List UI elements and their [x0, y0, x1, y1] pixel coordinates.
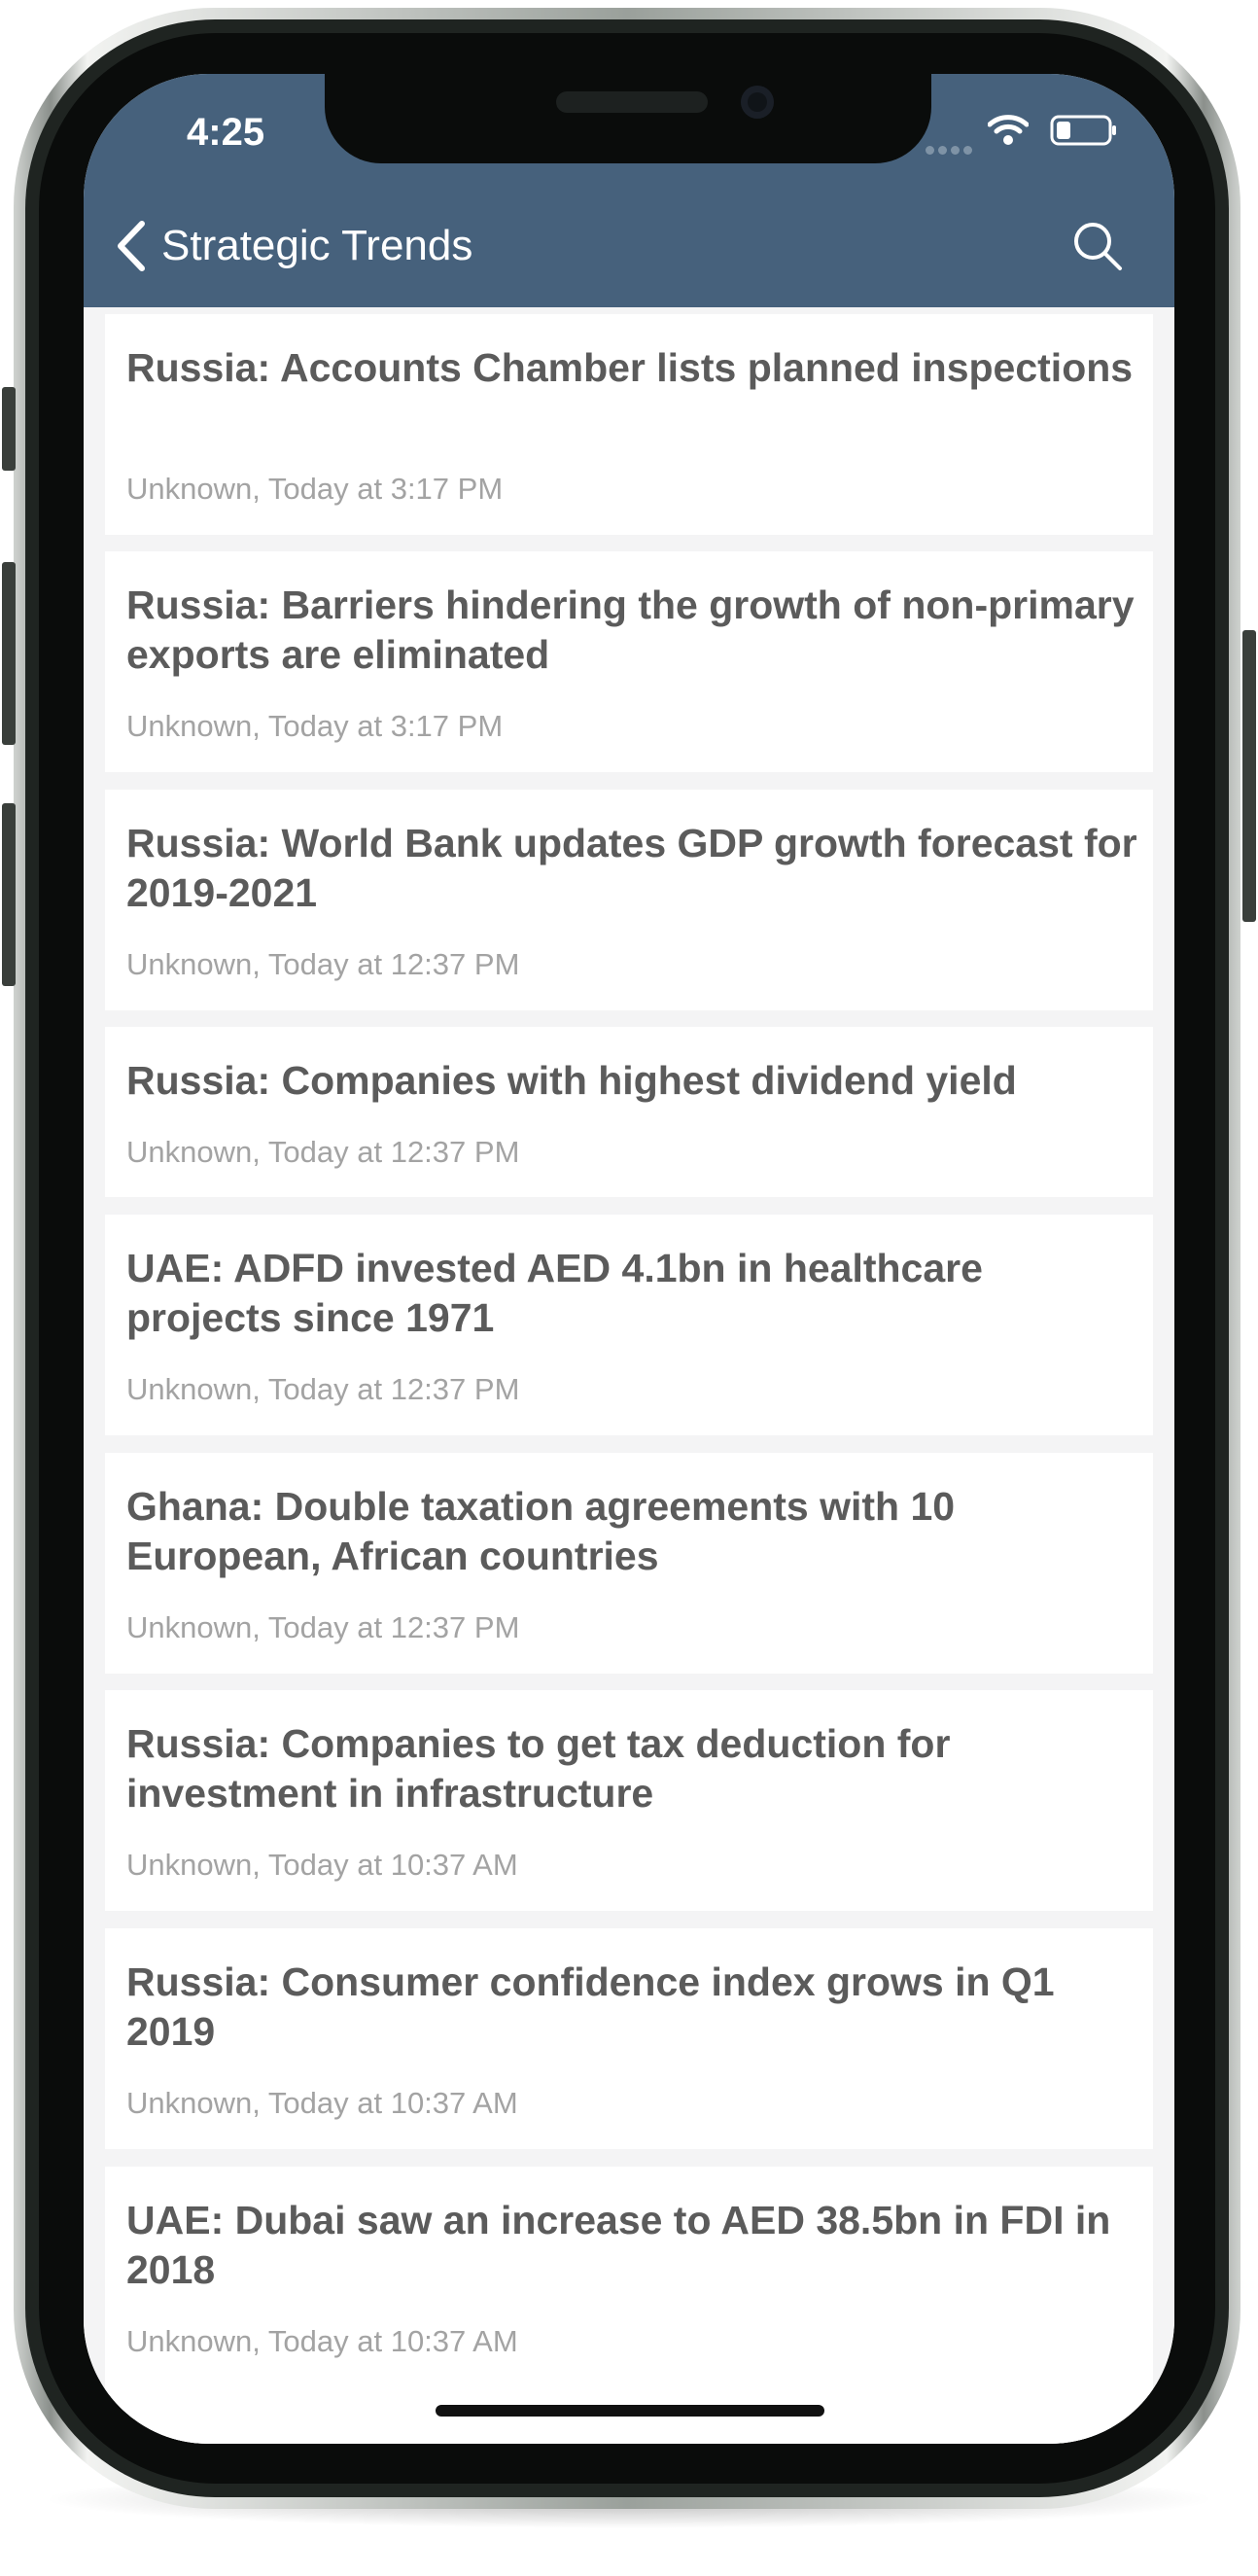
- article-card[interactable]: Russia: Barriers hindering the growth of…: [105, 551, 1153, 772]
- home-indicator[interactable]: [436, 2405, 824, 2417]
- side-button: [1242, 630, 1256, 922]
- article-meta: Unknown, Today at 12:37 PM: [126, 947, 520, 981]
- earpiece-speaker: [556, 91, 708, 113]
- article-meta: Unknown, Today at 10:37 AM: [126, 2324, 518, 2358]
- volume-up-button: [2, 562, 16, 745]
- article-meta: Unknown, Today at 12:37 PM: [126, 1610, 520, 1644]
- back-chevron-icon[interactable]: [113, 220, 148, 277]
- article-card[interactable]: Russia: World Bank updates GDP growth fo…: [105, 790, 1153, 1010]
- article-card[interactable]: UAE: Dubai saw an increase to AED 38.5bn…: [105, 2167, 1153, 2444]
- article-card[interactable]: Russia: Consumer confidence index grows …: [105, 1928, 1153, 2149]
- article-meta: Unknown, Today at 10:37 AM: [126, 2086, 518, 2120]
- article-meta: Unknown, Today at 10:37 AM: [126, 1848, 518, 1882]
- mute-switch: [2, 387, 16, 471]
- article-card[interactable]: Russia: Companies to get tax deduction f…: [105, 1690, 1153, 1911]
- article-title: Ghana: Double taxation agreements with 1…: [126, 1484, 956, 1578]
- article-list[interactable]: Russia: Accounts Chamber lists planned i…: [84, 307, 1174, 2444]
- status-time: 4:25: [187, 111, 265, 154]
- nav-title: Strategic Trends: [161, 222, 473, 269]
- article-title: Russia: Companies with highest dividend …: [126, 1058, 1017, 1103]
- article-meta: Unknown, Today at 12:37 PM: [126, 1372, 520, 1406]
- signal-dots-icon: [926, 142, 976, 159]
- article-title: Russia: Accounts Chamber lists planned i…: [126, 345, 1134, 390]
- notch: [325, 74, 931, 163]
- article-title: Russia: Barriers hindering the growth of…: [126, 582, 1135, 677]
- wifi-icon: [987, 113, 1030, 151]
- app-screen: 4:25 Strategic Trends Russia: Accounts C…: [84, 74, 1174, 2444]
- article-title: Russia: Consumer confidence index grows …: [126, 1959, 1055, 2054]
- article-title: Russia: World Bank updates GDP growth fo…: [126, 821, 1137, 915]
- front-camera: [741, 86, 774, 119]
- article-meta: Unknown, Today at 3:17 PM: [126, 472, 504, 506]
- article-title: Russia: Companies to get tax deduction f…: [126, 1721, 951, 1816]
- article-title: UAE: ADFD invested AED 4.1bn in healthca…: [126, 1246, 983, 1340]
- article-card[interactable]: Ghana: Double taxation agreements with 1…: [105, 1453, 1153, 1674]
- article-meta: Unknown, Today at 3:17 PM: [126, 709, 504, 743]
- article-title: UAE: Dubai saw an increase to AED 38.5bn…: [126, 2198, 1111, 2292]
- battery-icon: [1050, 115, 1118, 151]
- article-card[interactable]: UAE: ADFD invested AED 4.1bn in healthca…: [105, 1215, 1153, 1435]
- search-icon[interactable]: [1071, 220, 1124, 277]
- volume-down-button: [2, 803, 16, 986]
- article-meta: Unknown, Today at 12:37 PM: [126, 1135, 520, 1169]
- article-card[interactable]: Russia: Accounts Chamber lists planned i…: [105, 314, 1153, 535]
- article-card[interactable]: Russia: Companies with highest dividend …: [105, 1027, 1153, 1197]
